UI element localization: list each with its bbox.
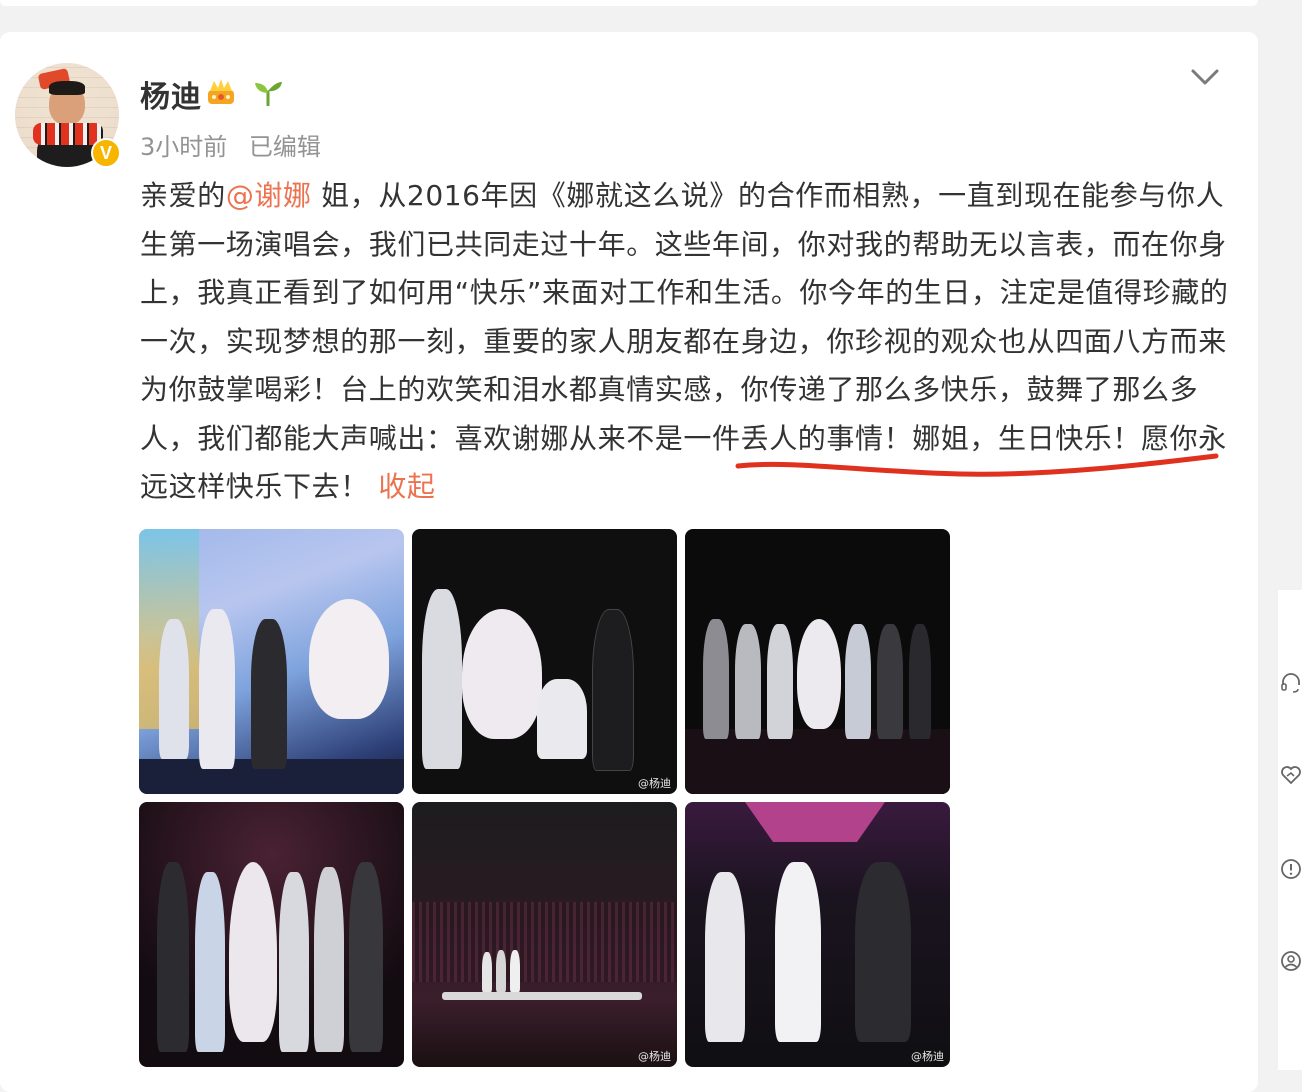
post-text-part: 亲爱的: [140, 179, 226, 212]
photo-1[interactable]: [139, 529, 404, 794]
previous-card: [0, 0, 1258, 6]
photo-3[interactable]: [685, 529, 950, 794]
sprout-icon[interactable]: [252, 78, 284, 106]
alert-icon[interactable]: [1280, 858, 1302, 880]
verified-badge-icon: V: [91, 138, 121, 168]
photo-6[interactable]: @杨迪: [685, 802, 950, 1067]
photo-2[interactable]: @杨迪: [412, 529, 677, 794]
photo-watermark: @杨迪: [638, 1050, 671, 1063]
headset-icon[interactable]: [1280, 672, 1302, 694]
page-scrollbar-track[interactable]: [1285, 0, 1302, 540]
red-underline-annotation: [735, 453, 1219, 477]
post-time[interactable]: 3小时前: [140, 133, 227, 161]
mention-link[interactable]: @谢娜: [226, 179, 312, 212]
edited-label[interactable]: 已编辑: [249, 133, 321, 161]
user-circle-icon[interactable]: [1280, 950, 1302, 972]
right-sidebar: [1278, 590, 1302, 1070]
username[interactable]: 杨迪: [140, 72, 202, 116]
photo-5[interactable]: @杨迪: [412, 802, 677, 1067]
collapse-link[interactable]: 收起: [378, 470, 435, 503]
heart-hand-icon[interactable]: [1280, 764, 1302, 786]
photo-watermark: @杨迪: [638, 777, 671, 790]
photo-grid: @杨迪 @杨迪 @杨迪: [139, 529, 951, 1069]
post-meta: 3小时前 已编辑: [140, 127, 335, 162]
chevron-down-icon[interactable]: [1190, 66, 1220, 88]
photo-watermark: @杨迪: [911, 1050, 944, 1063]
crown-icon[interactable]: [205, 76, 237, 108]
photo-4[interactable]: [139, 802, 404, 1067]
